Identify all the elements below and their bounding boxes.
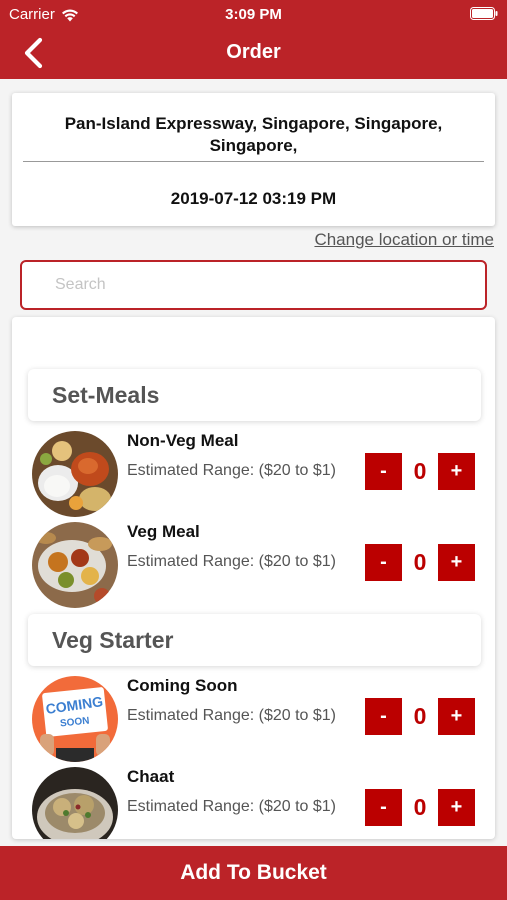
search-box: [20, 260, 487, 310]
list-item: Chaat Estimated Range: ($20 to $1) - 0 +: [12, 767, 495, 839]
status-time: 3:09 PM: [225, 6, 282, 23]
nav-bar: Order: [0, 28, 507, 79]
coming-soon-image: COMING SOON: [32, 676, 118, 762]
section-header-set-meals: Set-Meals: [28, 369, 481, 421]
order-screen: Carrier 3:09 PM Order Pan-Island Express…: [0, 0, 507, 900]
order-datetime: 2019-07-12 03:19 PM: [170, 189, 337, 208]
quantity-value: 0: [413, 794, 427, 820]
section-title: Set-Meals: [52, 382, 160, 408]
change-location-link[interactable]: Change location or time: [314, 230, 494, 250]
item-price-range: Estimated Range: ($20 to $1): [127, 707, 337, 724]
increase-quantity-button[interactable]: +: [438, 453, 475, 490]
add-to-bucket-button[interactable]: Add To Bucket: [0, 846, 507, 900]
decrease-quantity-button[interactable]: -: [365, 544, 402, 581]
list-item: Veg Meal Estimated Range: ($20 to $1) - …: [12, 522, 495, 610]
item-image: [32, 522, 118, 608]
item-image: [32, 431, 118, 517]
item-name: Coming Soon: [127, 676, 238, 695]
battery-icon: [470, 7, 498, 20]
decrease-quantity-button[interactable]: -: [365, 789, 402, 826]
quantity-value: 0: [413, 549, 427, 575]
section-title: Veg Starter: [52, 627, 174, 653]
decrease-quantity-button[interactable]: -: [365, 453, 402, 490]
item-name: Chaat: [127, 767, 175, 786]
item-image: [32, 767, 118, 839]
divider: [23, 161, 484, 162]
search-input[interactable]: [22, 262, 485, 308]
increase-quantity-button[interactable]: +: [438, 789, 475, 826]
quantity-value: 0: [413, 458, 427, 484]
menu-list: Set-Meals Non-Veg Meal Estimated Range: …: [12, 317, 495, 839]
status-bar: Carrier 3:09 PM: [0, 0, 507, 28]
location-card: Pan-Island Expressway, Singapore, Singap…: [12, 93, 495, 226]
increase-quantity-button[interactable]: +: [438, 544, 475, 581]
item-name: Non-Veg Meal: [127, 431, 239, 450]
quantity-value: 0: [413, 703, 427, 729]
item-price-range: Estimated Range: ($20 to $1): [127, 553, 337, 570]
decrease-quantity-button[interactable]: -: [365, 698, 402, 735]
item-price-range: Estimated Range: ($20 to $1): [127, 798, 337, 815]
item-name: Veg Meal: [127, 522, 200, 541]
increase-quantity-button[interactable]: +: [438, 698, 475, 735]
page-title: Order: [226, 41, 281, 63]
section-header-veg-starter: Veg Starter: [28, 614, 481, 666]
item-price-range: Estimated Range: ($20 to $1): [127, 462, 337, 479]
header: Carrier 3:09 PM Order: [0, 0, 507, 79]
location-address: Pan-Island Expressway, Singapore, Singap…: [64, 114, 443, 155]
list-item: Non-Veg Meal Estimated Range: ($20 to $1…: [12, 431, 495, 519]
list-item: COMING SOON Coming Soon Estimated Range:…: [12, 676, 495, 764]
